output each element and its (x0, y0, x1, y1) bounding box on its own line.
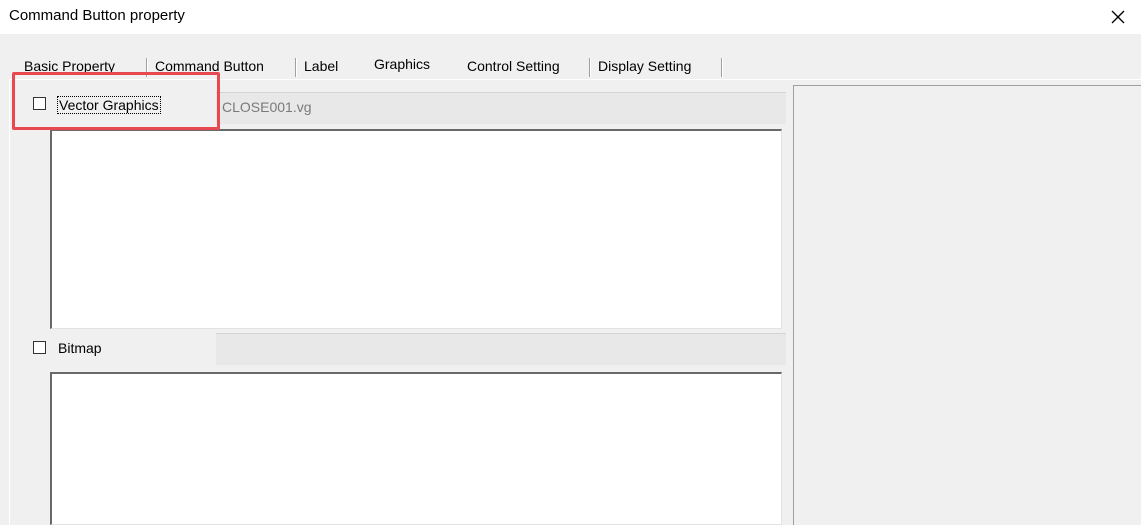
bitmap-label[interactable]: Bitmap (58, 340, 102, 356)
window-title: Command Button property (9, 7, 185, 24)
close-icon (1111, 10, 1125, 24)
bitmap-preview (50, 372, 782, 525)
right-panel (793, 85, 1141, 525)
bitmap-checkbox[interactable] (33, 341, 46, 354)
tab-control-setting[interactable]: Control Setting (460, 56, 591, 78)
tab-label[interactable]: Label (297, 56, 354, 78)
highlight-annotation-box (12, 72, 220, 130)
title-bar: Command Button property (0, 0, 1141, 34)
close-button[interactable] (1095, 0, 1141, 34)
tab-graphics[interactable]: Graphics (367, 52, 458, 78)
vector-file-field[interactable]: CLOSE001.vg (216, 92, 786, 124)
vector-preview (50, 129, 782, 329)
vector-file-name: CLOSE001.vg (222, 99, 312, 115)
bitmap-file-field[interactable] (216, 333, 786, 365)
tab-display-setting[interactable]: Display Setting (591, 56, 723, 78)
